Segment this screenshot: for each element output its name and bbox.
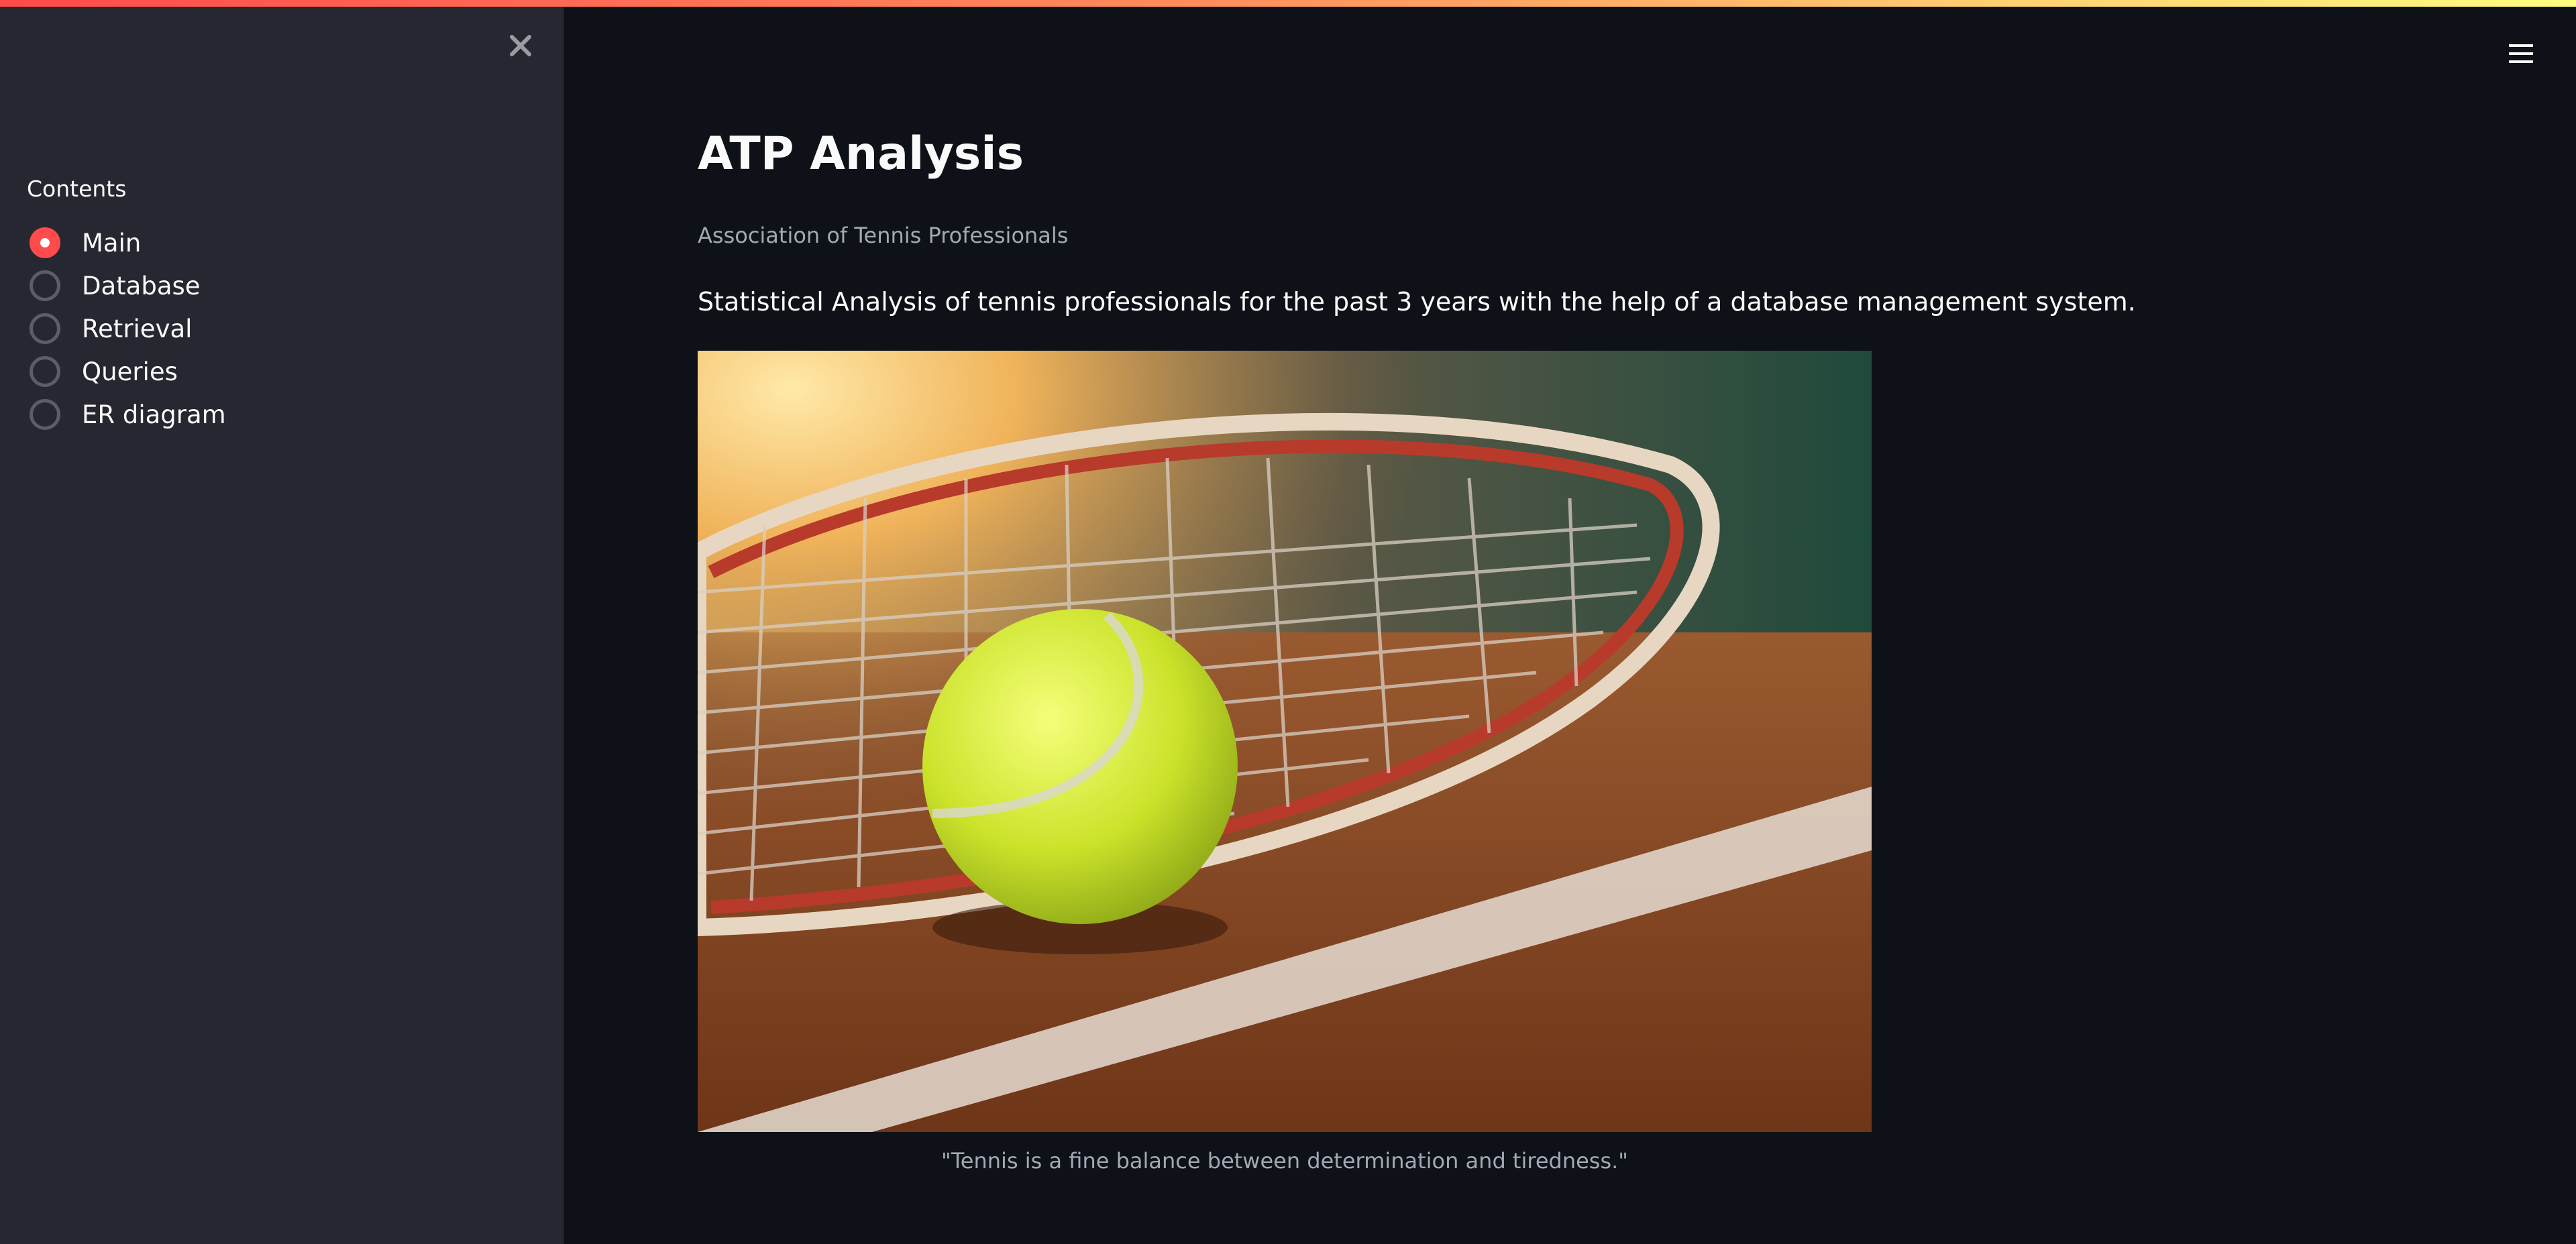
top-decoration-bar [0,0,2576,7]
contents-radio-group: Main Database Retrieval Queries ER diagr… [30,221,226,436]
radio-option-database[interactable]: Database [30,264,226,307]
main-menu-button[interactable] [2502,35,2540,72]
close-sidebar-button[interactable] [502,27,539,64]
page-title: ATP Analysis [698,127,1024,180]
radio-option-main[interactable]: Main [30,221,226,264]
radio-option-er-diagram[interactable]: ER diagram [30,393,226,436]
intro-text: Statistical Analysis of tennis professio… [698,287,2136,317]
radio-option-label: Queries [82,357,178,386]
radio-button-icon [30,313,60,344]
radio-option-queries[interactable]: Queries [30,350,226,393]
close-icon [510,35,531,56]
radio-option-label: Main [82,228,142,258]
radio-button-icon [30,227,60,258]
radio-button-icon [30,270,60,301]
tennis-hero-image [698,351,1872,1132]
radio-button-icon [30,399,60,430]
tennis-ball-racket-illustration [698,351,1872,1132]
radio-option-label: Database [82,271,201,300]
hamburger-menu-icon [2509,44,2533,47]
sidebar: Contents Main Database Retrieval Queries… [0,0,564,1244]
radio-option-retrieval[interactable]: Retrieval [30,307,226,350]
radio-option-label: Retrieval [82,314,193,343]
contents-label: Contents [27,176,127,202]
radio-button-icon [30,356,60,387]
radio-option-label: ER diagram [82,400,226,429]
image-caption: "Tennis is a fine balance between determ… [941,1148,1629,1174]
page-subtitle: Association of Tennis Professionals [698,223,1069,248]
